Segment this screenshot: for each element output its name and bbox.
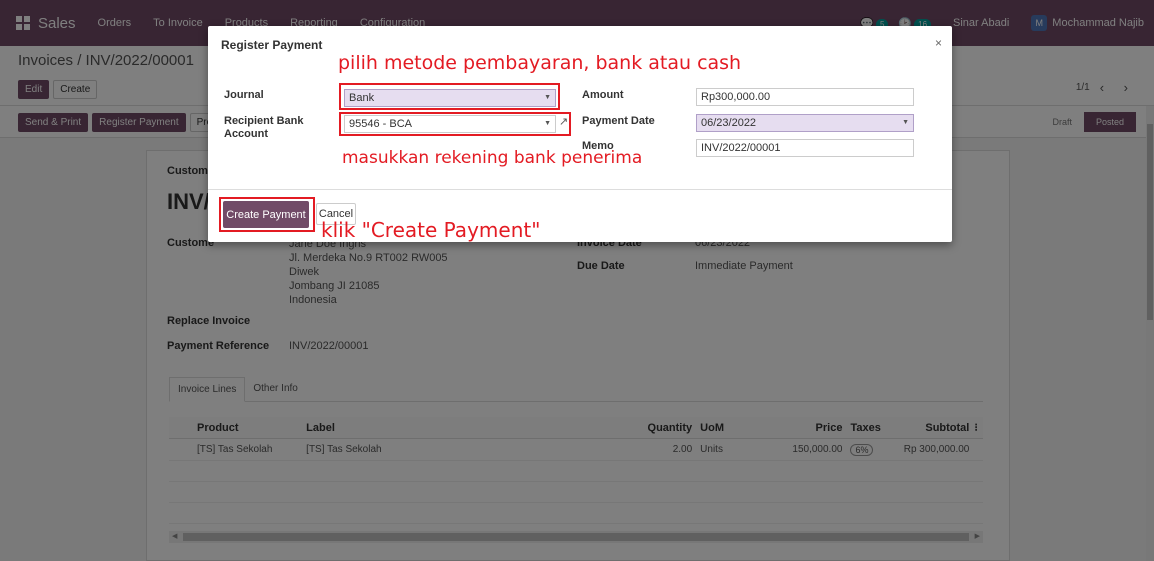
payment-date-value: 06/23/2022 bbox=[701, 117, 757, 129]
create-payment-highlight-box bbox=[219, 197, 315, 232]
recipient-highlight-box bbox=[339, 112, 571, 136]
chevron-down-icon: ▼ bbox=[902, 119, 909, 126]
payment-date-input[interactable]: 06/23/2022 ▼ bbox=[696, 114, 914, 132]
recipient-bank-account-label: Recipient Bank Account bbox=[224, 115, 304, 140]
payment-date-label: Payment Date bbox=[582, 115, 655, 127]
dialog-title: Register Payment bbox=[221, 38, 323, 52]
journal-label: Journal bbox=[224, 89, 264, 101]
journal-highlight-box bbox=[339, 83, 560, 110]
close-icon[interactable]: × bbox=[935, 36, 942, 50]
amount-value: Rp300,000.00 bbox=[701, 91, 771, 103]
amount-label: Amount bbox=[582, 89, 624, 101]
recipient-annotation: masukkan rekening bank penerima bbox=[342, 148, 643, 168]
memo-input[interactable]: INV/2022/00001 bbox=[696, 139, 914, 157]
create-payment-annotation: klik "Create Payment" bbox=[321, 218, 541, 242]
amount-input[interactable]: Rp300,000.00 bbox=[696, 88, 914, 106]
memo-value: INV/2022/00001 bbox=[701, 142, 781, 154]
journal-annotation: pilih metode pembayaran, bank atau cash bbox=[338, 52, 742, 74]
